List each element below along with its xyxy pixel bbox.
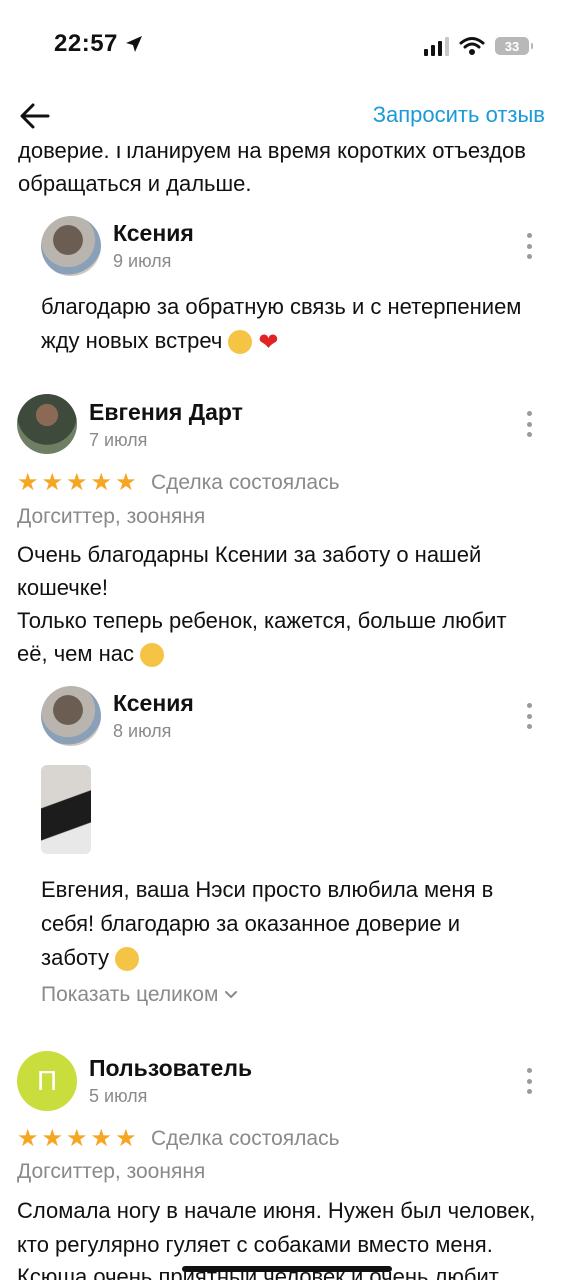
request-review-button[interactable]: Запросить отзыв — [373, 102, 545, 128]
battery-icon: 33 — [495, 37, 533, 55]
star-icon: ★ — [115, 469, 137, 496]
avatar[interactable] — [17, 394, 77, 454]
star-icon: ★ — [41, 469, 64, 496]
star-icon: ★ — [115, 1125, 137, 1152]
review-text-fragment: доверие. Планируем на время коротких отъ… — [18, 138, 526, 163]
attached-photo-thumbnail[interactable] — [41, 765, 91, 854]
star-icon: ★ — [17, 469, 39, 496]
crying-face-icon — [140, 643, 165, 667]
more-icon[interactable] — [524, 411, 534, 437]
star-icon: ★ — [17, 1125, 39, 1152]
review-text-end: её, чем нас — [17, 641, 135, 666]
red-heart-icon: ❤ — [258, 329, 279, 354]
star-icon: ★ — [90, 469, 113, 496]
show-all-label: Показать целиком — [41, 983, 219, 1006]
chevron-down-icon — [225, 991, 238, 999]
back-arrow-icon[interactable] — [18, 100, 54, 132]
show-all-button[interactable]: Показать целиком — [41, 983, 238, 1007]
wifi-icon — [459, 37, 485, 55]
status-icons: 33 — [424, 36, 533, 56]
reviewer-name[interactable]: Пользователь — [89, 1055, 252, 1082]
rating-stars: ★ ★ ★ ★ ★ — [17, 471, 137, 495]
reply-text-line: себя! благодарю за оказанное доверие и — [41, 911, 461, 936]
reply-date: 9 июля — [113, 251, 172, 271]
rating-stars: ★ ★ ★ ★ ★ — [17, 1127, 137, 1151]
review-text-line: Очень благодарны Ксении за заботу о наше… — [17, 542, 482, 567]
review-text-fragment-end: обращаться и дальше. — [18, 171, 252, 196]
star-icon: ★ — [66, 1125, 88, 1152]
reply-text-line-3: заботу — [41, 941, 139, 974]
star-icon: ★ — [90, 1125, 113, 1152]
star-icon: ★ — [66, 469, 88, 496]
reply-text-end: жду новых встреч — [41, 328, 223, 353]
reply-text-line: благодарю за обратную связь и с нетерпен… — [41, 294, 522, 319]
review-text-line-4: её, чем нас — [17, 637, 165, 670]
location-arrow-icon — [125, 36, 142, 52]
review-date: 5 июля — [89, 1086, 148, 1106]
deal-status: Сделка состоялась — [151, 471, 340, 494]
reply-text-line: Евгения, ваша Нэси просто влюбила меня в — [41, 877, 494, 902]
clock: 22:57 — [54, 30, 118, 57]
more-icon[interactable] — [524, 1068, 534, 1094]
service-category: Догситтер, зооняня — [17, 1160, 206, 1183]
review-text-line: Сломала ногу в начале июня. Нужен был че… — [17, 1198, 536, 1223]
review-text-line: кошечке! — [17, 575, 108, 600]
avatar[interactable] — [41, 216, 101, 276]
avatar[interactable]: П — [17, 1051, 77, 1111]
signal-icon — [424, 36, 449, 56]
review-text-line: кто регулярно гуляет с собаками вместо м… — [17, 1232, 493, 1257]
review-date: 7 июля — [89, 430, 148, 450]
deal-status: Сделка состоялась — [151, 1127, 340, 1150]
reply-author[interactable]: Ксения — [113, 690, 194, 717]
service-category: Догситтер, зооняня — [17, 505, 206, 528]
pleading-face-icon — [115, 947, 139, 971]
more-icon[interactable] — [524, 233, 534, 259]
avatar[interactable] — [41, 686, 101, 746]
home-indicator[interactable] — [182, 1266, 392, 1272]
avatar-letter: П — [36, 1065, 58, 1096]
more-icon[interactable] — [524, 703, 534, 729]
reviewer-name[interactable]: Евгения Дарт — [89, 399, 243, 426]
pleading-face-icon — [228, 330, 253, 354]
reply-author[interactable]: Ксения — [113, 220, 194, 247]
status-bar-time: 22:57 — [54, 30, 144, 58]
reply-date: 8 июля — [113, 721, 172, 741]
review-text-line: Только теперь ребенок, кажется, больше л… — [17, 608, 507, 633]
star-icon: ★ — [41, 1125, 64, 1152]
reply-text-line-2: жду новых встреч ❤ — [41, 324, 279, 354]
reply-text-end: заботу — [41, 945, 109, 970]
